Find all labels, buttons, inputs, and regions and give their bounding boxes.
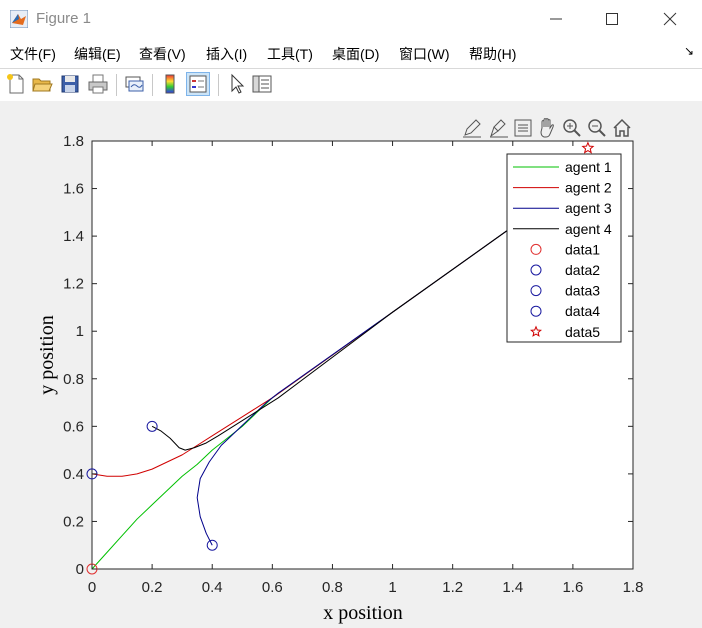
menu-view[interactable]: 查看(V) xyxy=(139,44,186,64)
colorbar-icon xyxy=(165,74,175,94)
insert-legend-button[interactable] xyxy=(186,72,210,96)
data-tip-icon xyxy=(514,119,532,137)
home-icon xyxy=(613,118,631,137)
minimize-button[interactable] xyxy=(536,6,576,32)
minimize-icon xyxy=(550,18,562,20)
figure-toolbar xyxy=(0,68,702,101)
open-folder-icon xyxy=(32,78,53,92)
link-plot-button[interactable] xyxy=(122,72,146,96)
insert-colorbar-button[interactable] xyxy=(158,72,182,96)
maximize-button[interactable] xyxy=(592,6,632,32)
zoom-in-button[interactable] xyxy=(561,117,583,139)
save-disk-icon xyxy=(61,75,79,93)
matlab-logo-icon xyxy=(10,10,28,28)
menu-file[interactable]: 文件(F) xyxy=(10,44,56,64)
title-bar: Figure 1 xyxy=(0,0,702,38)
restore-view-button[interactable] xyxy=(611,117,633,139)
menu-bar: 文件(F) 编辑(E) 查看(V) 插入(I) 工具(T) 桌面(D) 窗口(W… xyxy=(0,40,702,66)
close-icon xyxy=(663,12,677,26)
menu-overflow-arrow-icon[interactable]: ↘ xyxy=(684,44,694,58)
menu-tools[interactable]: 工具(T) xyxy=(267,44,313,64)
menu-edit[interactable]: 编辑(E) xyxy=(74,44,121,64)
data-tip-button[interactable] xyxy=(512,117,534,139)
zoom-in-icon xyxy=(563,119,581,137)
zoom-out-icon xyxy=(588,119,606,137)
menu-help[interactable]: 帮助(H) xyxy=(469,44,516,64)
pan-hand-icon xyxy=(540,118,554,138)
toolbar-separator xyxy=(218,74,219,96)
figure-canvas xyxy=(0,101,702,628)
toolbar-separator xyxy=(152,74,153,96)
edit-pen-icon xyxy=(463,119,481,138)
maximize-icon xyxy=(606,13,618,25)
menu-desktop[interactable]: 桌面(D) xyxy=(332,44,379,64)
legend-icon xyxy=(189,75,207,93)
window-title: Figure 1 xyxy=(36,10,92,27)
brush-icon xyxy=(490,119,508,138)
pointer-arrow-icon xyxy=(231,73,245,94)
menu-window[interactable]: 窗口(W) xyxy=(399,44,450,64)
brush-button[interactable] xyxy=(488,117,510,139)
open-file-button[interactable] xyxy=(30,72,54,96)
menu-insert[interactable]: 插入(I) xyxy=(206,44,247,64)
link-plot-icon xyxy=(125,76,144,92)
new-figure-button[interactable] xyxy=(4,72,28,96)
new-figure-icon xyxy=(7,74,24,94)
print-button[interactable] xyxy=(86,72,110,96)
toolbar-separator xyxy=(116,74,117,96)
close-button[interactable] xyxy=(650,6,690,32)
printer-icon xyxy=(88,74,108,94)
edit-axes-button[interactable] xyxy=(461,117,483,139)
property-editor-icon xyxy=(252,75,272,93)
zoom-out-button[interactable] xyxy=(586,117,608,139)
edit-plot-button[interactable] xyxy=(224,72,248,96)
pan-button[interactable] xyxy=(536,117,558,139)
save-button[interactable] xyxy=(58,72,82,96)
property-editor-button[interactable] xyxy=(250,72,274,96)
